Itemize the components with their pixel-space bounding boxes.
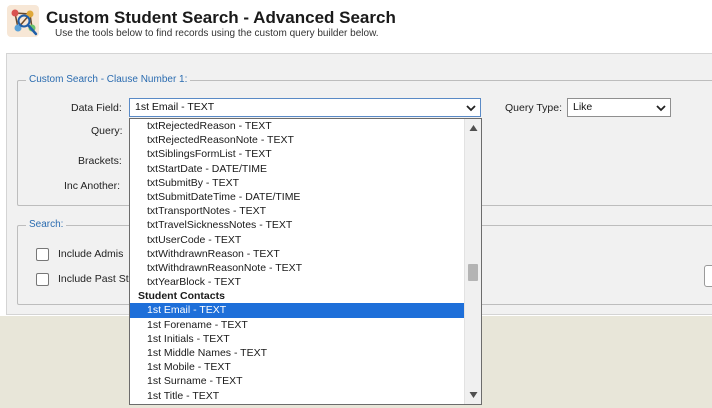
dropdown-option[interactable]: txtRejectedReason - TEXT: [130, 119, 464, 133]
dropdown-option[interactable]: txtWithdrawnReason - TEXT: [130, 247, 464, 261]
scroll-thumb[interactable]: [468, 264, 478, 281]
dropdown-group-header: Student Contacts: [138, 290, 225, 303]
dropdown-option[interactable]: txtWithdrawnReasonNote - TEXT: [130, 261, 464, 275]
query-label: Query:: [91, 125, 123, 137]
dropdown-option[interactable]: txtYearBlock - TEXT: [130, 275, 464, 289]
chevron-down-icon: [466, 105, 476, 112]
include-admissions-label: Include Admis: [58, 248, 124, 260]
scroll-down-icon[interactable]: [469, 391, 478, 399]
data-field-select[interactable]: 1st Email - TEXT: [129, 98, 481, 117]
include-past-students-checkbox[interactable]: [36, 273, 49, 286]
dropdown-option[interactable]: txtTravelSicknessNotes - TEXT: [130, 218, 464, 232]
dropdown-option[interactable]: 1st Mobile - TEXT: [130, 360, 464, 374]
data-field-dropdown[interactable]: txtRejectedReason - TEXT txtRejectedReaso…: [129, 118, 482, 405]
clause-legend: Custom Search - Clause Number 1:: [26, 74, 191, 85]
query-type-value: Like: [573, 101, 593, 113]
query-type-select[interactable]: Like: [567, 98, 671, 117]
dropdown-option[interactable]: 1st Middle Names - TEXT: [130, 346, 464, 360]
dropdown-option[interactable]: txtTransportNotes - TEXT: [130, 204, 464, 218]
page-title: Custom Student Search - Advanced Search: [46, 8, 396, 27]
dropdown-option[interactable]: 1st Email - TEXT: [130, 303, 464, 318]
dropdown-option[interactable]: txtStartDate - DATE/TIME: [130, 162, 464, 176]
search-legend: Search:: [26, 219, 67, 230]
page-header: Custom Student Search - Advanced Search …: [0, 0, 712, 52]
include-admissions-checkbox[interactable]: [36, 248, 49, 261]
dropdown-option[interactable]: txtSiblingsFormList - TEXT: [130, 147, 464, 161]
dropdown-scrollbar[interactable]: [464, 119, 481, 404]
inc-another-label: Inc Another:: [64, 180, 121, 192]
network-search-icon: [7, 5, 39, 37]
dropdown-option[interactable]: 1st Title - TEXT: [130, 389, 464, 403]
dropdown-option[interactable]: txtSubmitBy - TEXT: [130, 176, 464, 190]
chevron-down-icon: [656, 105, 666, 112]
dropdown-option[interactable]: 1st Forename - TEXT: [130, 318, 464, 332]
data-field-value: 1st Email - TEXT: [135, 101, 215, 113]
brackets-label: Brackets:: [78, 155, 122, 167]
dropdown-option[interactable]: 1st Surname - TEXT: [130, 374, 464, 388]
scroll-up-icon[interactable]: [469, 124, 478, 132]
data-field-label: Data Field:: [71, 102, 122, 114]
query-type-label: Query Type:: [505, 102, 563, 114]
search-button[interactable]: [704, 265, 712, 287]
dropdown-option[interactable]: txtSubmitDateTime - DATE/TIME: [130, 190, 464, 204]
dropdown-list: txtRejectedReason - TEXT txtRejectedReaso…: [130, 119, 464, 403]
dropdown-option[interactable]: 1st Initials - TEXT: [130, 332, 464, 346]
page-subtitle: Use the tools below to find records usin…: [55, 28, 379, 39]
include-past-students-label: Include Past St: [58, 273, 129, 285]
dropdown-option[interactable]: txtRejectedReasonNote - TEXT: [130, 133, 464, 147]
dropdown-option[interactable]: txtUserCode - TEXT: [130, 233, 464, 247]
